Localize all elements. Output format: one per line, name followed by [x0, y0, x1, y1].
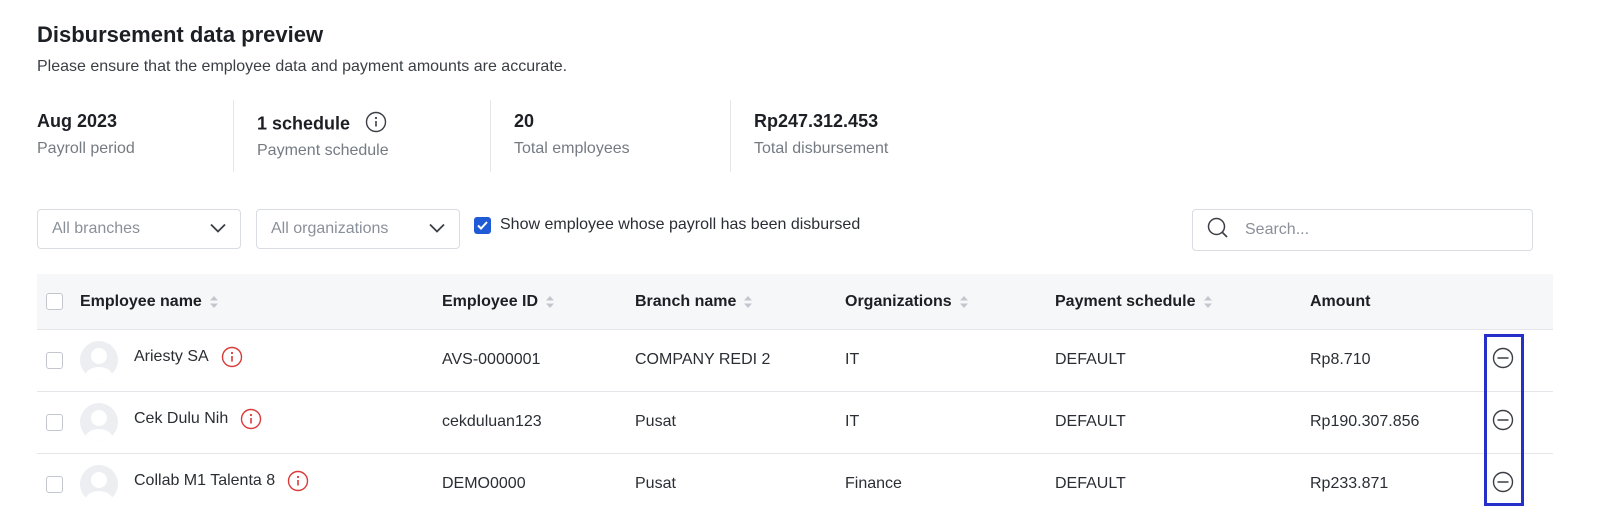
column-header-branch[interactable]: Branch name: [635, 274, 753, 329]
summary-payroll-period: Aug 2023 Payroll period: [37, 111, 135, 158]
branch-name: Pusat: [635, 413, 676, 430]
avatar: [80, 341, 118, 379]
sort-icon: [1203, 295, 1212, 308]
column-label: Payment schedule: [1055, 292, 1196, 310]
show-disbursed-checkbox[interactable]: [474, 216, 491, 234]
employee-name: Collab M1 Talenta 8: [134, 472, 276, 489]
amount: Rp8.710: [1310, 351, 1371, 368]
chevron-down-icon: [429, 220, 445, 238]
table-row[interactable]: Cek Dulu Nih cekduluan123 Pusat IT DEFAU…: [37, 391, 1553, 454]
warning-info-icon[interactable]: [221, 346, 243, 373]
employee-name: Ariesty SA: [134, 348, 209, 365]
row-checkbox[interactable]: [46, 475, 63, 493]
column-header-id[interactable]: Employee ID: [442, 274, 555, 329]
organization: IT: [845, 413, 860, 430]
employee-id: DEMO0000: [442, 475, 526, 492]
employee-id: AVS-0000001: [442, 351, 541, 368]
summary-label: Total employees: [514, 140, 630, 157]
summary-value: Aug 2023: [37, 111, 118, 131]
summary-total-disbursement: Rp247.312.453 Total disbursement: [754, 111, 888, 158]
column-label: Organizations: [845, 292, 952, 310]
column-header-schedule[interactable]: Payment schedule: [1055, 274, 1212, 329]
amount: Rp190.307.856: [1310, 413, 1420, 430]
summary-label: Payroll period: [37, 140, 135, 157]
sort-icon: [959, 295, 968, 308]
show-disbursed-toggle[interactable]: Show employee whose payroll has been dis…: [474, 216, 860, 234]
summary-value: 20: [514, 111, 535, 131]
column-label: Amount: [1310, 292, 1371, 310]
warning-info-icon[interactable]: [287, 470, 309, 497]
employee-id: cekduluan123: [442, 413, 542, 430]
branch-name: COMPANY REDI 2: [635, 351, 771, 368]
search-icon: [1207, 217, 1229, 244]
avatar: [80, 403, 118, 441]
search-box[interactable]: [1192, 209, 1533, 251]
payment-schedule: DEFAULT: [1055, 351, 1126, 368]
info-icon[interactable]: [365, 111, 387, 138]
organizations-dropdown[interactable]: All organizations: [256, 209, 460, 249]
select-all-checkbox[interactable]: [46, 293, 63, 310]
chevron-down-icon: [210, 220, 226, 238]
sort-icon: [744, 295, 753, 308]
table-row[interactable]: Collab M1 Talenta 8 DEMO0000 Pusat Finan…: [37, 453, 1553, 515]
highlight-box: [1484, 334, 1524, 506]
organization: Finance: [845, 475, 902, 492]
page-title: Disbursement data preview: [37, 22, 324, 47]
column-header-name[interactable]: Employee name: [80, 274, 218, 329]
column-label: Branch name: [635, 292, 737, 310]
search-input[interactable]: [1243, 220, 1507, 240]
payment-schedule: DEFAULT: [1055, 475, 1126, 492]
column-label: Employee ID: [442, 292, 539, 310]
summary-payment-schedule: 1 schedule Payment schedule: [257, 111, 389, 160]
summary-label: Total disbursement: [754, 140, 889, 157]
summary-value: 1 schedule: [257, 113, 351, 134]
branch-name: Pusat: [635, 475, 676, 492]
payment-schedule: DEFAULT: [1055, 413, 1126, 430]
column-header-amount: Amount: [1310, 274, 1370, 329]
column-label: Employee name: [80, 292, 202, 310]
employee-name: Cek Dulu Nih: [134, 410, 229, 427]
avatar: [80, 465, 118, 503]
table-header: Employee name Employee ID Branch name Or…: [37, 274, 1553, 330]
divider: [730, 100, 731, 172]
amount: Rp233.871: [1310, 475, 1389, 492]
summary-label: Payment schedule: [257, 142, 389, 159]
divider: [233, 100, 234, 172]
sort-icon: [546, 295, 555, 308]
organization: IT: [845, 351, 860, 368]
page-subtitle: Please ensure that the employee data and…: [37, 58, 568, 75]
row-checkbox[interactable]: [46, 351, 63, 369]
organizations-dropdown-value: All organizations: [271, 220, 389, 237]
sort-icon: [209, 295, 218, 308]
column-header-org[interactable]: Organizations: [845, 274, 968, 329]
branches-dropdown-value: All branches: [52, 220, 141, 237]
show-disbursed-label: Show employee whose payroll has been dis…: [500, 216, 861, 233]
summary-value: Rp247.312.453: [754, 111, 879, 131]
row-checkbox[interactable]: [46, 413, 63, 431]
table-row[interactable]: Ariesty SA AVS-0000001 COMPANY REDI 2 IT…: [37, 329, 1553, 392]
branches-dropdown[interactable]: All branches: [37, 209, 241, 249]
warning-info-icon[interactable]: [240, 408, 262, 435]
divider: [490, 100, 491, 172]
summary-total-employees: 20 Total employees: [514, 111, 630, 158]
